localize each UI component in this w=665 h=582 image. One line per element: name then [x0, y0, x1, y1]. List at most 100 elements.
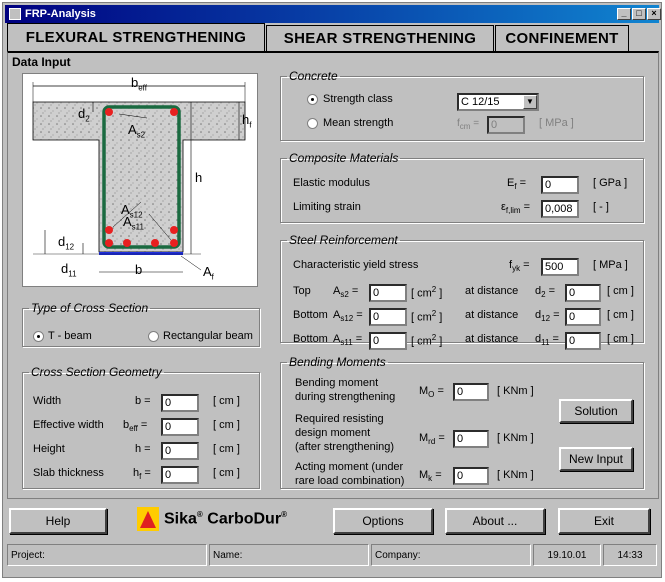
width-label: Width [33, 395, 62, 407]
width-input[interactable]: 0 [161, 394, 199, 412]
d11-unit: [ cm ] [607, 333, 634, 345]
rectangular-label: Rectangular beam [163, 330, 253, 342]
d11-label: d11 [61, 261, 77, 279]
d12-unit: [ cm ] [607, 309, 634, 321]
maximize-button[interactable]: □ [632, 8, 646, 20]
bottom12-distance-label: at distance [465, 309, 519, 321]
d11-input[interactable]: 0 [565, 332, 601, 350]
elastic-modulus-label: Elastic modulus [293, 177, 371, 189]
bottom12-label: Bottom [293, 309, 328, 321]
eff-width-label: Effective width [33, 419, 104, 431]
mrd-input[interactable]: 0 [453, 430, 489, 448]
flexural-panel: Data Input beff d2 hf As2 h As12 As11 d1… [7, 51, 659, 499]
beff-label: beff [131, 75, 147, 93]
status-name: Name: [209, 544, 369, 566]
mean-strength-label: Mean strength [323, 117, 394, 129]
as2-input[interactable]: 0 [369, 284, 407, 302]
as2-symbol: As2 = [333, 285, 359, 300]
eps-input[interactable]: 0,008 [541, 200, 579, 218]
strength-class-select[interactable]: C 12/15 ▼ [457, 93, 539, 111]
as12-input[interactable]: 0 [369, 308, 407, 326]
mk-input[interactable]: 0 [453, 467, 489, 485]
composite-title: Composite Materials [289, 151, 399, 165]
fyk-symbol: fyk = [509, 259, 530, 274]
mk-unit: [ KNm ] [497, 469, 534, 481]
t-beam-drawing [32, 82, 246, 273]
fcm-label: fcm = [457, 118, 480, 131]
as12-symbol: As12 = [333, 309, 363, 324]
mean-strength-radio[interactable] [307, 118, 318, 129]
new-input-button[interactable]: New Input [559, 447, 633, 471]
steel-group: Steel Reinforcement Characteristic yield… [280, 233, 644, 350]
tab-confinement[interactable]: CONFINEMENT [495, 25, 629, 51]
ef-symbol: Ef = [507, 177, 527, 192]
m0-unit: [ KNm ] [497, 385, 534, 397]
as11-unit: [ cm2 ] [411, 333, 443, 348]
af-label: Af [203, 264, 214, 282]
mk-symbol: Mk = [419, 469, 442, 484]
cross-section-type-title: Type of Cross Section [31, 301, 149, 315]
solution-button[interactable]: Solution [559, 399, 633, 423]
slab-input[interactable]: 0 [161, 466, 199, 484]
status-company: Company: [371, 544, 531, 566]
sika-logo-icon [137, 507, 159, 531]
d2-input[interactable]: 0 [565, 284, 601, 302]
title-bar: FRP-Analysis _ □ × [5, 5, 661, 23]
tbeam-label: T - beam [48, 330, 92, 342]
m0-input[interactable]: 0 [453, 383, 489, 401]
tab-shear[interactable]: SHEAR STRENGTHENING [266, 25, 494, 51]
minimize-button[interactable]: _ [617, 8, 631, 20]
eff-width-unit: [ cm ] [213, 419, 240, 431]
limiting-strain-label: Limiting strain [293, 201, 361, 213]
geometry-title: Cross Section Geometry [31, 365, 162, 379]
slab-unit: [ cm ] [213, 467, 240, 479]
fyk-input[interactable]: 500 [541, 258, 579, 276]
tab-flexural[interactable]: FLEXURAL STRENGTHENING [7, 23, 265, 51]
eff-width-input[interactable]: 0 [161, 418, 199, 436]
as12-unit: [ cm2 ] [411, 309, 443, 324]
d12-input[interactable]: 0 [565, 308, 601, 326]
moments-title: Bending Moments [289, 355, 386, 369]
data-input-label: Data Input [12, 55, 71, 69]
about-button[interactable]: About ... [445, 508, 545, 534]
strength-class-label: Strength class [323, 93, 393, 105]
d2-unit: [ cm ] [607, 285, 634, 297]
options-button[interactable]: Options [333, 508, 433, 534]
as11-input[interactable]: 0 [369, 332, 407, 350]
height-input[interactable]: 0 [161, 442, 199, 460]
fcm-input[interactable]: 0 [487, 116, 525, 134]
strength-class-radio[interactable] [307, 94, 318, 105]
mrd-unit: [ KNm ] [497, 432, 534, 444]
as11-label: As11 [123, 214, 144, 232]
app-icon [9, 8, 21, 20]
eps-unit: [ - ] [593, 201, 609, 213]
moments-group: Bending Moments Bending moment during st… [280, 355, 644, 489]
status-time: 14:33 [603, 544, 657, 566]
height-symbol: h = [135, 443, 151, 455]
cross-section-type-group: Type of Cross Section T - beam Rectangul… [22, 301, 260, 347]
ef-input[interactable]: 0 [541, 176, 579, 194]
help-button[interactable]: Help [9, 508, 107, 534]
mk-label-line2: rare load combination) [295, 475, 405, 487]
concrete-group: Concrete Strength class C 12/15 ▼ Mean st… [280, 69, 644, 141]
slab-label: Slab thickness [33, 467, 104, 479]
steel-title: Steel Reinforcement [289, 233, 398, 247]
close-button[interactable]: × [647, 8, 661, 20]
m0-label-line2: during strengthening [295, 391, 396, 403]
as2-unit: [ cm2 ] [411, 285, 443, 300]
hf-label: hf [242, 112, 252, 130]
fyk-unit: [ MPa ] [593, 259, 628, 271]
d12-symbol: d12 = [535, 309, 560, 324]
brand-name: Sika® CarboDur® [164, 509, 287, 528]
d12-label: d12 [58, 234, 75, 252]
exit-button[interactable]: Exit [558, 508, 650, 534]
chevron-down-icon[interactable]: ▼ [523, 95, 537, 109]
top-label: Top [293, 285, 311, 297]
rectangular-radio[interactable] [148, 331, 159, 342]
concrete-title: Concrete [289, 69, 338, 83]
mrd-symbol: Mrd = [419, 432, 445, 447]
status-project: Project: [7, 544, 207, 566]
tbeam-radio[interactable] [33, 331, 44, 342]
bottom11-distance-label: at distance [465, 333, 519, 345]
app-window: FRP-Analysis _ □ × FLEXURAL STRENGTHENIN… [2, 2, 662, 578]
